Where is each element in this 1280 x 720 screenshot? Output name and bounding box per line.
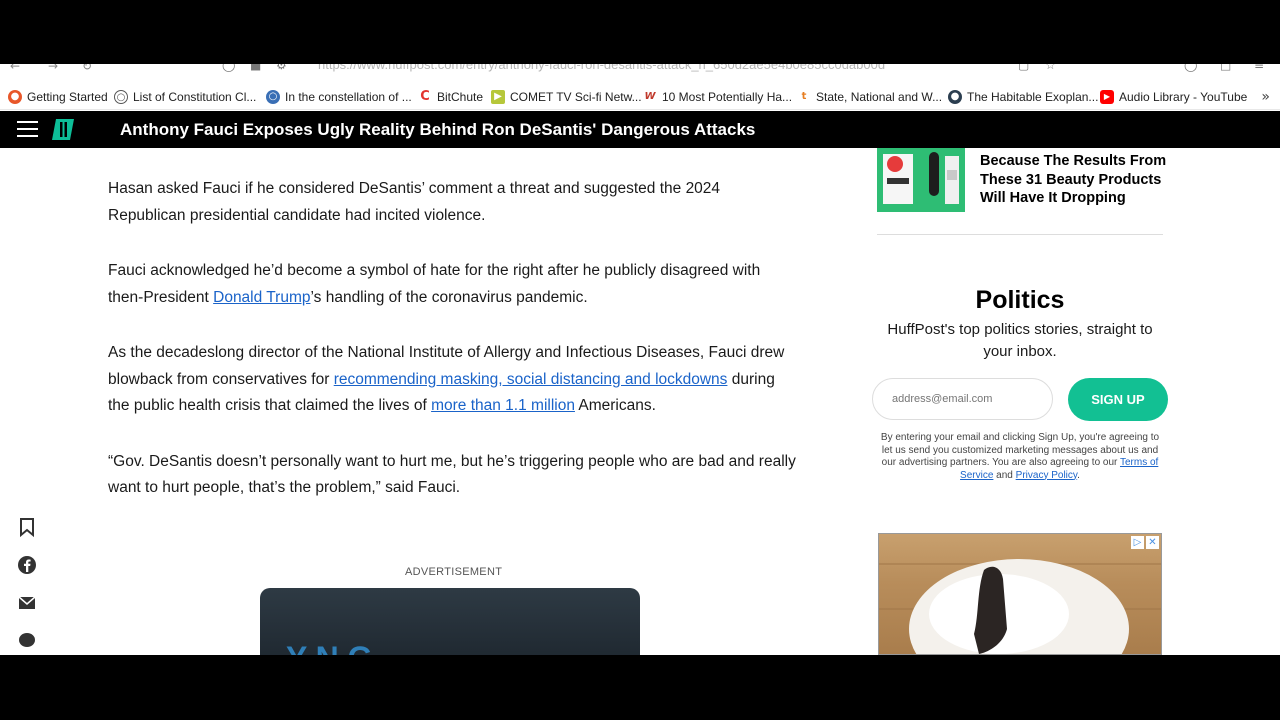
bookmark-label: List of Constitution Cl...: [133, 90, 257, 104]
shield-icon[interactable]: ◯: [222, 64, 235, 72]
sign-up-button[interactable]: SIGN UP: [1068, 378, 1168, 421]
globe-icon: ○: [114, 90, 128, 104]
bookmark-habitable-exoplanets[interactable]: ● The Habitable Exoplan...: [948, 90, 1098, 104]
bookmark-star-icon[interactable]: ☆: [1045, 64, 1056, 72]
sidebar-promo[interactable]: Because The Results From These 31 Beauty…: [877, 148, 1166, 238]
donald-trump-link[interactable]: Donald Trump: [213, 289, 310, 306]
inline-advertisement[interactable]: Y N G: [260, 588, 640, 655]
email-icon[interactable]: [16, 592, 38, 614]
newsletter-title: Politics: [975, 286, 1065, 314]
forward-icon[interactable]: →: [48, 64, 58, 73]
ad-controls: ▷ ✕: [1131, 536, 1159, 549]
bookmark-comet[interactable]: ▶ COMET TV Sci-fi Netw...: [491, 90, 642, 104]
bitchute-icon: C: [420, 89, 430, 104]
comet-icon: ▶: [491, 90, 505, 104]
bookmark-label: 10 Most Potentially Ha...: [662, 90, 793, 104]
bookmark-icon[interactable]: [16, 516, 38, 538]
chevron-right-icon[interactable]: »: [1261, 89, 1270, 105]
article-paragraph: As the decadeslong director of the Natio…: [108, 340, 798, 420]
bookmark-label: State, National and W...: [816, 90, 943, 104]
promo-title[interactable]: Because The Results From These 31 Beauty…: [980, 152, 1170, 208]
close-icon[interactable]: ✕: [1146, 536, 1159, 549]
firefox-icon: ●: [8, 90, 22, 104]
sidebar-advertisement[interactable]: ▷ ✕: [878, 533, 1162, 655]
deaths-link[interactable]: more than 1.1 million: [431, 397, 575, 414]
account-icon[interactable]: ◯: [1184, 64, 1197, 72]
bookmark-state-national[interactable]: t State, National and W...: [797, 90, 942, 104]
bookmark-label: In the constellation of ...: [285, 90, 412, 104]
bookmark-bitchute[interactable]: C BitChute: [418, 89, 484, 105]
masking-link[interactable]: recommending masking, social distancing …: [334, 371, 728, 388]
legal-text: By entering your email and clicking Sign…: [880, 432, 1160, 468]
extensions-icon[interactable]: □: [1220, 64, 1231, 72]
url-bar[interactable]: ← → ↻ ◯ ■ ⚙ https://www.huffpost.com/ent…: [0, 64, 1280, 86]
bookmark-label: COMET TV Sci-fi Netw...: [510, 90, 642, 104]
email-field[interactable]: [872, 378, 1053, 420]
bookmark-audio-library[interactable]: ▶ Audio Library - YouTube: [1100, 90, 1247, 104]
menu-icon[interactable]: ≡: [1254, 64, 1264, 72]
ad-text: Y N G: [286, 640, 373, 655]
sidebar-divider: [877, 234, 1163, 235]
privacy-policy-link[interactable]: Privacy Policy: [1016, 470, 1078, 481]
reload-icon[interactable]: ↻: [82, 64, 92, 73]
article-paragraph: Fauci acknowledged he’d become a symbol …: [108, 258, 798, 311]
bookmark-constellation[interactable]: ○ In the constellation of ...: [266, 90, 412, 104]
paragraph-text: ’s handling of the coronavirus pandemic.: [310, 288, 588, 306]
bookmark-label: The Habitable Exoplan...: [967, 90, 1099, 104]
browser-window: ← → ↻ ◯ ■ ⚙ https://www.huffpost.com/ent…: [0, 64, 1280, 655]
legal-text: .: [1077, 469, 1080, 481]
promo-thumbnail: [877, 148, 965, 212]
advertisement-label: ADVERTISEMENT: [405, 566, 503, 578]
adchoices-icon[interactable]: ▷: [1131, 536, 1144, 549]
legal-text: and: [993, 469, 1016, 481]
bookmark-10-most[interactable]: W 10 Most Potentially Ha...: [643, 90, 792, 104]
bookmark-constitution[interactable]: ○ List of Constitution Cl...: [114, 90, 256, 104]
back-icon[interactable]: ←: [10, 64, 20, 73]
bookmark-label: Audio Library - YouTube: [1119, 90, 1248, 104]
t-icon: t: [801, 91, 807, 102]
newsletter-legal: By entering your email and clicking Sign…: [877, 432, 1163, 482]
hamburger-menu-icon[interactable]: [17, 121, 38, 137]
article-body: Hasan asked Fauci if he considered DeSan…: [108, 176, 798, 531]
permissions-icon[interactable]: ⚙: [276, 64, 287, 72]
bookmark-label: Getting Started: [27, 90, 108, 104]
url-text[interactable]: https://www.huffpost.com/entry/anthony-f…: [318, 64, 885, 72]
lock-icon[interactable]: ■: [250, 64, 261, 72]
page-title: Anthony Fauci Exposes Ugly Reality Behin…: [120, 120, 756, 139]
ad-image: [879, 559, 1161, 654]
comment-icon[interactable]: [16, 630, 38, 652]
youtube-icon: ▶: [1100, 90, 1114, 104]
article-paragraph: Hasan asked Fauci if he considered DeSan…: [108, 180, 721, 224]
reader-view-icon[interactable]: ▢: [1018, 64, 1029, 72]
article-paragraph: “Gov. DeSantis doesn’t personally want t…: [108, 452, 796, 497]
site-header: Anthony Fauci Exposes Ugly Reality Behin…: [0, 111, 1280, 148]
planet-icon: ●: [948, 90, 962, 104]
newsletter-description: HuffPost's top politics stories, straigh…: [887, 321, 1153, 360]
bookmark-label: BitChute: [437, 90, 484, 104]
bookmark-getting-started[interactable]: ● Getting Started: [8, 90, 108, 104]
w-icon: W: [644, 91, 656, 102]
bookmarks-toolbar: ● Getting Started ○ List of Constitution…: [0, 86, 1280, 110]
share-rail: [16, 516, 38, 655]
paragraph-text: Americans.: [574, 397, 656, 414]
facebook-icon[interactable]: [16, 554, 38, 576]
globe-icon: ○: [266, 90, 280, 104]
huffpost-logo[interactable]: [52, 119, 74, 140]
